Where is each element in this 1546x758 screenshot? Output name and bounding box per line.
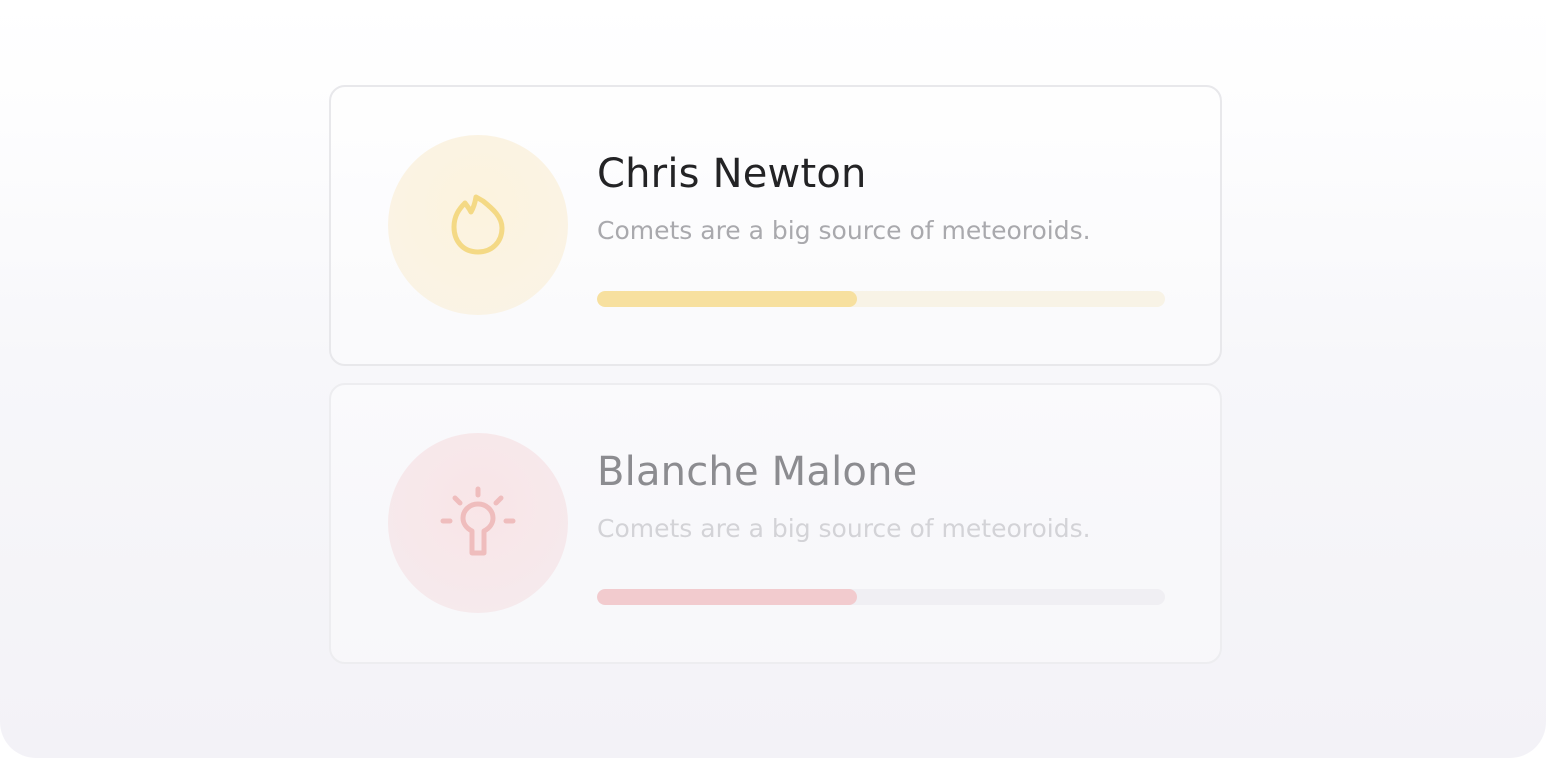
card-description: Comets are a big source of meteoroids. [597,216,1091,245]
card-description: Comets are a big source of meteoroids. [597,514,1091,543]
user-card-blanche-malone[interactable]: Blanche Malone Comets are a big source o… [329,383,1222,664]
progress-bar [597,291,1165,307]
progress-fill [597,589,858,605]
progress-fill [597,291,858,307]
user-card-chris-newton[interactable]: Chris Newton Comets are a big source of … [329,85,1222,366]
card-name: Blanche Malone [597,449,918,495]
progress-bar [597,589,1165,605]
flame-icon [451,194,505,255]
page-canvas: Chris Newton Comets are a big source of … [0,0,1546,758]
avatar [388,433,568,613]
lightbulb-icon [440,486,516,556]
card-name: Chris Newton [597,151,867,197]
avatar [388,135,568,315]
